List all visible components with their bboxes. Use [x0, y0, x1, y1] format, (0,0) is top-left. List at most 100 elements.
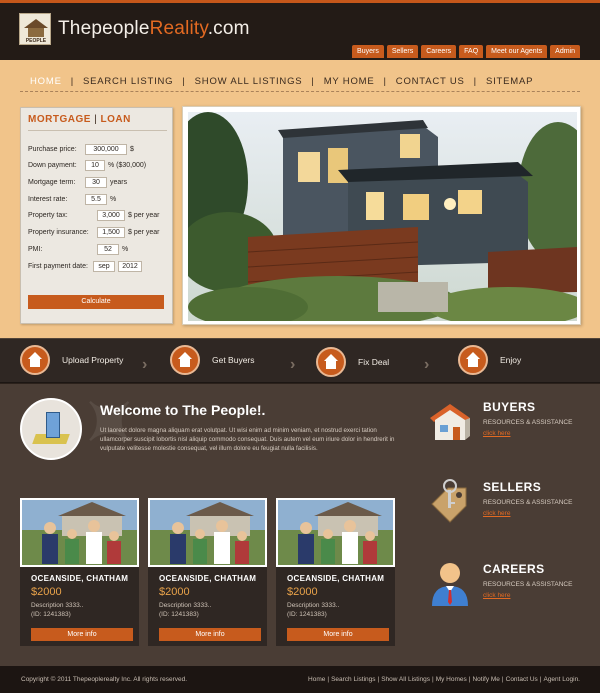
pmi-label: PMI:	[28, 245, 43, 253]
nav-show-all-listings[interactable]: SHOW ALL LISTINGS	[186, 76, 312, 87]
step-get-buyers[interactable]: Get Buyers	[170, 345, 255, 375]
listing-photo[interactable]	[20, 498, 139, 567]
chevron-right-icon: ›	[424, 356, 430, 373]
careers-subtitle: RESOURCES & ASSISTANCE	[483, 581, 573, 588]
site-title-highlight: Reality	[149, 18, 208, 39]
step-label: Get Buyers	[212, 355, 255, 365]
sellers-section: SELLERS RESOURCES & ASSISTANCE click her…	[426, 478, 586, 526]
key-tag-icon	[431, 479, 467, 523]
interest-rate-input[interactable]: 5.5	[85, 193, 107, 205]
down-payment-input[interactable]: 10	[85, 159, 105, 171]
logo-text: PEOPLE	[25, 38, 47, 44]
step-label: Fix Deal	[358, 357, 390, 367]
more-info-button[interactable]: More info	[31, 628, 133, 641]
buyers-subtitle: RESOURCES & ASSISTANCE	[483, 419, 573, 426]
person-icon	[432, 563, 468, 606]
pmi-input[interactable]: 52	[97, 243, 119, 255]
down-payment-row: Down payment: 10 % ($30,000)	[28, 159, 146, 171]
mortgage-calculator: MORTGAGE | LOAN Purchase price: 300,000 …	[20, 107, 173, 324]
nav-search-listing[interactable]: SEARCH LISTING	[74, 76, 182, 87]
top-nav-buyers[interactable]: Buyers	[352, 45, 384, 58]
chevron-right-icon: ›	[142, 356, 148, 373]
nav-my-home[interactable]: MY HOME	[315, 76, 384, 87]
interest-rate-suffix: %	[110, 195, 117, 203]
sellers-link[interactable]: click here	[483, 510, 510, 517]
property-insurance-row: Property insurance: 1,500 $ per year	[28, 226, 160, 238]
footer-link-agent-login[interactable]: Agent Login.	[543, 676, 580, 683]
mortgage-title: MORTGAGE | LOAN	[28, 114, 131, 125]
footer-nav: Home | Search Listings | Show All Listings…	[308, 676, 580, 683]
nav-sitemap[interactable]: SITEMAP	[477, 76, 542, 87]
nav-contact-us[interactable]: CONTACT US	[387, 76, 474, 87]
step-label: Enjoy	[500, 355, 522, 365]
careers-link[interactable]: click here	[483, 592, 510, 599]
listing-id: (ID: 1241383)	[287, 611, 327, 618]
purchase-price-row: Purchase price: 300,000 $	[28, 143, 134, 155]
listing-description: Description 3333..	[31, 602, 84, 609]
mortgage-term-row: Mortgage term: 30 years	[28, 176, 127, 188]
buyers-link[interactable]: click here	[483, 430, 510, 437]
footer-link-contact-us[interactable]: Contact Us	[506, 676, 538, 683]
hero-photo	[182, 106, 581, 325]
copyright: Copyright © 2011 Thepeoplerealty Inc. Al…	[21, 676, 188, 683]
first-payment-label: First payment date:	[28, 262, 88, 270]
step-enjoy[interactable]: Enjoy	[458, 345, 521, 375]
first-payment-row: First payment date: sep 2012	[28, 260, 145, 272]
listing-card: OCEANSIDE, CHATHAM $2000 Description 333…	[148, 498, 267, 646]
footer-link-show-all-listings[interactable]: Show All Listings	[381, 676, 430, 683]
nav-divider	[20, 91, 580, 92]
first-payment-month-select[interactable]: sep	[93, 260, 115, 272]
purchase-price-suffix: $	[130, 145, 134, 153]
mortgage-divider	[28, 130, 167, 131]
listing-price: $2000	[31, 586, 62, 598]
more-info-button[interactable]: More info	[287, 628, 389, 641]
top-nav-admin[interactable]: Admin	[550, 45, 580, 58]
top-nav-sellers[interactable]: Sellers	[386, 45, 419, 58]
listing-photo[interactable]	[148, 498, 267, 567]
listing-price: $2000	[159, 586, 190, 598]
listing-id: (ID: 1241383)	[31, 611, 71, 618]
sellers-title: SELLERS	[483, 480, 542, 494]
footer: Copyright © 2011 Thepeoplerealty Inc. Al…	[0, 666, 600, 693]
down-payment-label: Down payment:	[28, 161, 77, 169]
family-photo	[22, 500, 137, 565]
property-tax-input[interactable]: 3,000	[97, 209, 125, 221]
listing-description: Description 3333..	[159, 602, 212, 609]
house-icon	[430, 404, 470, 440]
property-tax-row: Property tax: 3,000 $ per year	[28, 209, 160, 221]
footer-link-my-homes[interactable]: My Homes	[436, 676, 467, 683]
interest-rate-label: Interest rate:	[28, 195, 68, 203]
home-icon	[458, 345, 488, 375]
chevron-right-icon: ›	[290, 356, 296, 373]
top-nav-careers[interactable]: Careers	[421, 45, 457, 58]
home-icon	[170, 345, 200, 375]
top-nav-faq[interactable]: FAQ	[459, 45, 484, 58]
down-payment-suffix: % ($30,000)	[108, 161, 147, 169]
calculate-button[interactable]: Calculate	[28, 295, 164, 309]
purchase-price-input[interactable]: 300,000	[85, 143, 127, 155]
nav-home[interactable]: HOME	[20, 76, 71, 87]
top-nav-agents[interactable]: Meet our Agents	[486, 45, 548, 58]
header: PEOPLE ThepeopleReality.com Buyers Selle…	[0, 0, 600, 60]
footer-link-home[interactable]: Home	[308, 676, 325, 683]
pmi-row: PMI: 52 %	[28, 243, 128, 255]
site-title[interactable]: ThepeopleReality.com	[58, 18, 250, 40]
listing-photo[interactable]	[276, 498, 395, 567]
step-upload-property[interactable]: Upload Property	[20, 345, 123, 375]
mortgage-term-label: Mortgage term:	[28, 178, 76, 186]
property-tax-suffix: $ per year	[128, 211, 160, 219]
welcome-text: Ut laoreet dolore magna aliquam erat vol…	[100, 427, 395, 452]
mortgage-term-input[interactable]: 30	[85, 176, 107, 188]
mortgage-term-suffix: years	[110, 178, 128, 186]
family-photo	[150, 500, 265, 565]
more-info-button[interactable]: More info	[159, 628, 261, 641]
site-title-prefix: Thepeople	[58, 18, 150, 39]
step-label: Upload Property	[62, 355, 124, 365]
footer-link-notify-me[interactable]: Notify Me	[472, 676, 499, 683]
logo[interactable]: PEOPLE	[19, 13, 51, 45]
mortgage-title-b: LOAN	[100, 114, 131, 125]
property-insurance-input[interactable]: 1,500	[97, 226, 125, 238]
footer-link-search-listings[interactable]: Search Listings	[331, 676, 375, 683]
first-payment-year-select[interactable]: 2012	[118, 260, 142, 272]
step-fix-deal[interactable]: Fix Deal	[316, 347, 389, 377]
